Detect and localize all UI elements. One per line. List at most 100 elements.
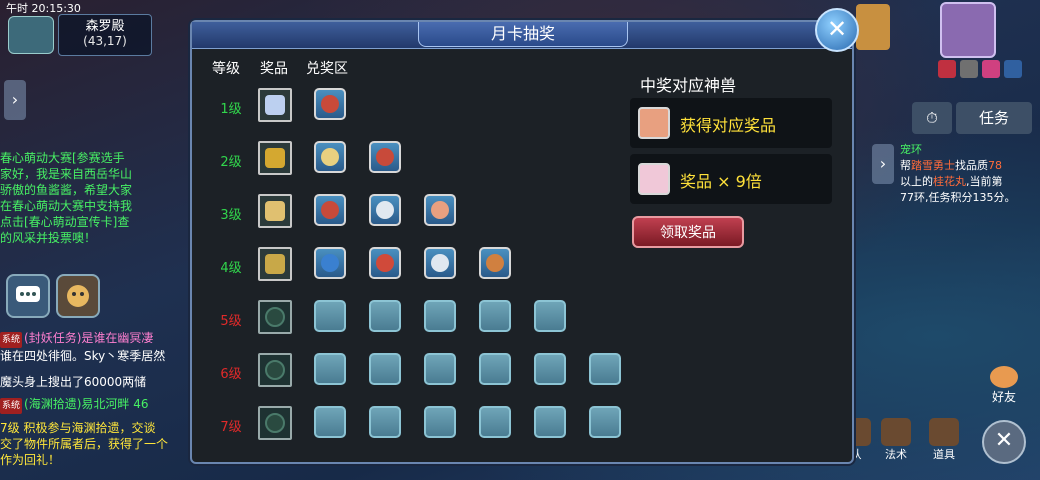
empty-slot[interactable] xyxy=(424,353,456,385)
pet-white-bird-icon[interactable] xyxy=(369,194,401,226)
buff-bar xyxy=(938,60,1034,78)
locked-medallion-icon[interactable] xyxy=(258,300,292,334)
claim-reward-button[interactable]: 领取奖品 xyxy=(632,216,744,248)
system-message: 系统 (封妖任务)是谁在幽冥凄 xyxy=(0,330,200,348)
bag-icon xyxy=(929,418,959,446)
system-message: 7级 积极参与海渊拾遗，交谈 xyxy=(0,421,156,435)
multiplier-text: 奖品 × 9倍 xyxy=(680,172,762,191)
buff-icon[interactable] xyxy=(960,60,978,78)
empty-slot[interactable] xyxy=(369,406,401,438)
chat-line: 春心萌动大赛[参赛选手 xyxy=(0,151,125,165)
chat-channel-panel: 春心萌动大赛[参赛选手 家好，我是来自西岳华山 骄傲的鱼酱酱，希望大家 在春心萌… xyxy=(0,150,200,246)
friends-button[interactable]: 好友 xyxy=(984,366,1024,406)
pet-red-bird-icon[interactable] xyxy=(369,141,401,173)
expand-right-arrow-icon[interactable]: › xyxy=(872,144,894,184)
crystal-ball-icon[interactable] xyxy=(258,88,292,122)
map-avatar[interactable] xyxy=(8,16,54,54)
friends-label: 好友 xyxy=(991,390,1016,404)
empty-slot[interactable] xyxy=(479,300,511,332)
fox-pet-icon xyxy=(638,107,670,139)
timer-tab[interactable]: ⏱ xyxy=(912,102,952,134)
empty-slot[interactable] xyxy=(424,300,456,332)
empty-slot[interactable] xyxy=(534,353,566,385)
col-exchange-header: 兑奖区 xyxy=(306,61,348,77)
player-portrait[interactable] xyxy=(940,2,996,58)
reward-info-card: 获得对应奖品 xyxy=(630,98,832,148)
task-tab[interactable]: 任务 xyxy=(956,102,1032,134)
emote-icon xyxy=(67,285,89,307)
map-name: 森罗殿 xyxy=(85,19,125,34)
side-title: 中奖对应神兽 xyxy=(640,76,737,95)
empty-slot[interactable] xyxy=(314,353,346,385)
pink-pet-icon xyxy=(638,163,670,195)
empty-slot[interactable] xyxy=(534,406,566,438)
system-message: 系统 (海渊拾遗)易北河畔 46 xyxy=(0,396,200,414)
task-description: 帮踏雪勇士找品质78 以上的桂花丸,当前第 77环,任务积分135分。 xyxy=(900,159,1016,204)
pet-white-bird-icon[interactable] xyxy=(424,247,456,279)
close-dialog-button[interactable]: ✕ xyxy=(815,8,859,52)
chat-line: 家好，我是来自西岳华山 xyxy=(0,167,133,181)
empty-slot[interactable] xyxy=(369,300,401,332)
system-message: 谁在四处徘徊。Sky丶寒季居然 xyxy=(0,349,166,363)
emote-button[interactable] xyxy=(56,274,100,318)
task-title: 宠环 xyxy=(900,143,922,156)
time-period: 午时 xyxy=(6,2,28,15)
task-tracker[interactable]: 宠环 帮踏雪勇士找品质78 以上的桂花丸,当前第 77环,任务积分135分。 xyxy=(900,142,1036,206)
items-button[interactable]: 道具 xyxy=(924,418,964,462)
locked-medallion-icon[interactable] xyxy=(258,406,292,440)
reward-info-text: 获得对应奖品 xyxy=(680,116,777,135)
chat-line: 点击[春心萌动宣传卡]查 xyxy=(0,215,130,229)
empty-slot[interactable] xyxy=(314,300,346,332)
pet-yellow-beast-icon[interactable] xyxy=(314,141,346,173)
player-info-panel: 午时 20:15:30 森罗殿 (43,17) xyxy=(0,0,190,60)
prize-table: 1级2级3级4级5级6级7级8级 xyxy=(192,86,622,458)
empty-slot[interactable] xyxy=(424,406,456,438)
col-prize-header: 奖品 xyxy=(260,61,288,77)
system-tag: 系统 xyxy=(0,332,23,348)
pet-deer-icon[interactable] xyxy=(479,247,511,279)
pet-blue-fish-icon[interactable] xyxy=(314,247,346,279)
level-label: 7级 xyxy=(220,420,242,435)
pet-red-bird-icon[interactable] xyxy=(314,88,346,120)
system-messages: 系统 (封妖任务)是谁在幽冥凄 谁在四处徘徊。Sky丶寒季居然 魔头身上搜出了60… xyxy=(0,330,200,468)
gold-nugget-icon[interactable] xyxy=(258,194,292,228)
chat-bubble-button[interactable] xyxy=(6,274,50,318)
dialog-title: 月卡抽奖 xyxy=(418,22,628,47)
pet-red-cap-icon[interactable] xyxy=(369,247,401,279)
chat-line: 的风采并投票噢！ xyxy=(0,231,97,245)
locked-medallion-icon[interactable] xyxy=(258,353,292,387)
empty-slot[interactable] xyxy=(314,406,346,438)
monthly-card-lottery-dialog: 月卡抽奖 等级 奖品 兑奖区 1级2级3级4级5级6级7级8级 中奖对应神兽 获… xyxy=(190,20,854,464)
empty-slot[interactable] xyxy=(479,353,511,385)
empty-slot[interactable] xyxy=(369,353,401,385)
empty-slot[interactable] xyxy=(479,406,511,438)
gold-token-icon[interactable] xyxy=(258,141,292,175)
empty-slot[interactable] xyxy=(589,353,621,385)
system-menu-button[interactable]: ✕ xyxy=(982,420,1026,464)
level-label: 6级 xyxy=(220,367,242,382)
empty-slot[interactable] xyxy=(589,406,621,438)
buff-icon[interactable] xyxy=(982,60,1000,78)
chat-line: 在春心萌动大赛中支持我 xyxy=(0,199,133,213)
location-box[interactable]: 森罗殿 (43,17) xyxy=(58,14,152,56)
skills-button[interactable]: 法术 xyxy=(876,418,916,462)
buff-icon[interactable] xyxy=(938,60,956,78)
col-level-header: 等级 xyxy=(212,61,240,77)
system-message: 魔头身上搜出了60000两储 xyxy=(0,375,147,389)
pet-fox-icon[interactable] xyxy=(424,194,456,226)
system-tag: 系统 xyxy=(0,398,23,414)
pet-portrait[interactable] xyxy=(856,4,890,50)
level-label: 4级 xyxy=(220,261,242,276)
buff-icon[interactable] xyxy=(1004,60,1022,78)
empty-slot[interactable] xyxy=(534,300,566,332)
map-coords: (43,17) xyxy=(83,34,127,48)
system-message: 交了物件所属者后，获得了一个 xyxy=(0,437,169,451)
level-label: 1级 xyxy=(220,102,242,117)
pet-red-bird-icon[interactable] xyxy=(314,194,346,226)
level-label: 2级 xyxy=(220,155,242,170)
system-message: 作为回礼！ xyxy=(0,453,61,467)
level-label: 5级 xyxy=(220,314,242,329)
chat-line: 骄傲的鱼酱酱，希望大家 xyxy=(0,183,133,197)
expand-left-arrow-icon[interactable]: › xyxy=(4,80,26,120)
gold-scroll-icon[interactable] xyxy=(258,247,292,281)
